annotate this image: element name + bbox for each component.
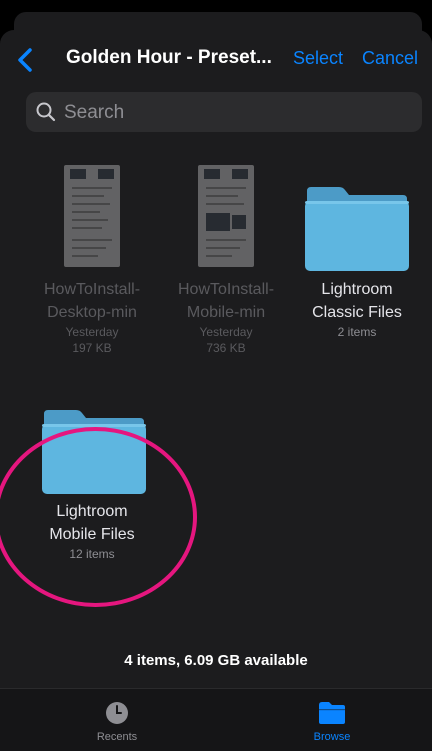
folder-item-count: 12 items (69, 547, 115, 561)
page-title: Golden Hour - Preset... (66, 47, 272, 68)
tab-label: Browse (313, 731, 351, 743)
folder-item-lightroom-mobile[interactable]: Lightroom Mobile Files 12 items (27, 408, 157, 588)
storage-status: 4 items, 6.09 GB available (124, 652, 308, 669)
folder-icon (305, 187, 409, 271)
file-name: HowToInstall- (177, 281, 275, 298)
folder-icon (42, 410, 146, 494)
chevron-left-icon (18, 48, 32, 72)
search-input[interactable] (62, 92, 416, 134)
search-bar[interactable] (26, 92, 422, 134)
file-date: Yesterday (199, 325, 253, 339)
tab-recents[interactable]: Recents (67, 689, 167, 751)
file-name: Mobile-min (186, 304, 266, 321)
file-browser-sheet: Golden Hour - Preset... Select Cancel Ho… (0, 30, 432, 751)
select-button[interactable]: Select (293, 48, 343, 69)
folder-name: Lightroom (321, 281, 393, 298)
back-button[interactable] (14, 44, 38, 76)
folder-item-lightroom-classic[interactable]: Lightroom Classic Files 2 items (292, 185, 422, 365)
folder-icon (319, 702, 345, 724)
folder-name: Mobile Files (49, 526, 135, 543)
file-size: 197 KB (72, 341, 112, 355)
file-size: 736 KB (206, 341, 246, 355)
file-name: Desktop-min (47, 304, 137, 321)
folder-name: Classic Files (312, 304, 402, 321)
navigation-bar: Golden Hour - Preset... Select Cancel (0, 30, 432, 88)
clock-icon (106, 702, 128, 724)
tab-browse[interactable]: Browse (282, 689, 382, 751)
document-thumbnail-icon (198, 165, 254, 267)
file-item-howtoinstall-desktop[interactable]: HowToInstall- Desktop-min Yesterday 197 … (27, 165, 157, 375)
tab-label: Recents (96, 731, 138, 743)
file-name: HowToInstall- (43, 281, 141, 298)
tab-bar: Recents Browse (0, 688, 432, 751)
cancel-button[interactable]: Cancel (362, 48, 418, 69)
document-thumbnail-icon (64, 165, 120, 267)
file-item-howtoinstall-mobile[interactable]: HowToInstall- Mobile-min Yesterday 736 K… (161, 165, 291, 375)
folder-item-count: 2 items (337, 325, 377, 339)
folder-name: Lightroom (56, 503, 128, 520)
file-date: Yesterday (65, 325, 119, 339)
search-icon (36, 102, 56, 122)
